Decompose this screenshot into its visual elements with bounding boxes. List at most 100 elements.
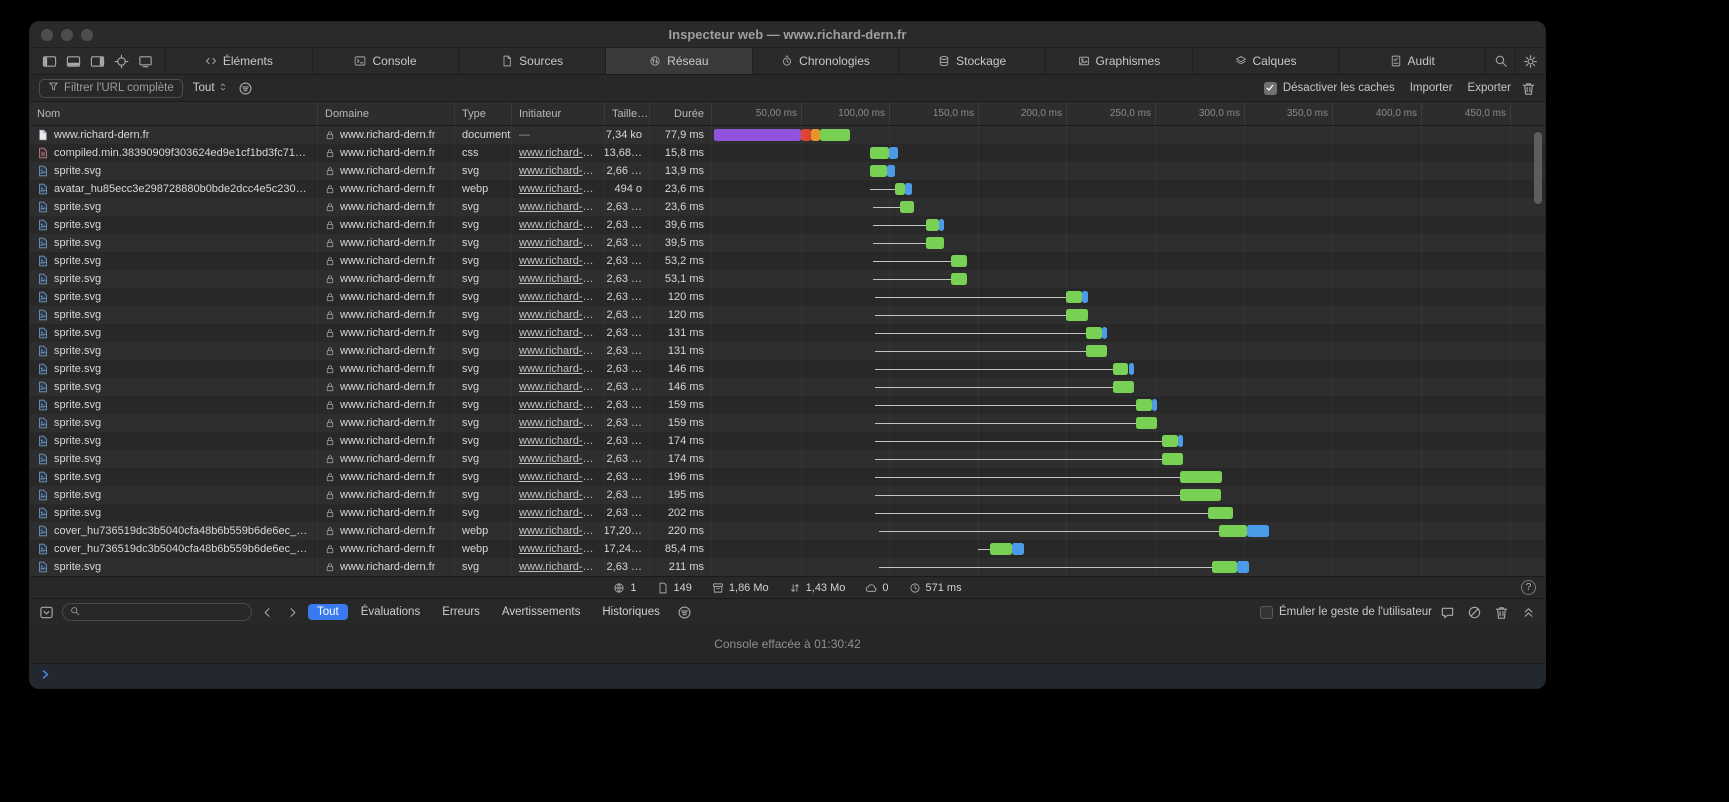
dock-bottom-icon[interactable] (66, 54, 81, 69)
checkbox-checked[interactable] (1264, 82, 1277, 95)
network-request-row[interactable]: sprite.svgwww.richard-dern.frsvgwww.rich… (30, 432, 1545, 450)
network-request-row[interactable]: sprite.svgwww.richard-dern.frsvgwww.rich… (30, 468, 1545, 486)
console-tab-tout[interactable]: Tout (308, 604, 348, 620)
column-header[interactable]: Domaine (318, 102, 455, 125)
column-header[interactable]: Type (455, 102, 512, 125)
zoom-window-button[interactable] (81, 29, 93, 41)
network-request-row[interactable]: sprite.svgwww.richard-dern.frsvgwww.rich… (30, 486, 1545, 504)
resource-initiator[interactable]: www.richard-d… (519, 183, 597, 195)
column-header[interactable]: Taille… (605, 102, 650, 125)
console-filter-options-button[interactable] (677, 605, 692, 620)
column-header[interactable]: Durée (650, 102, 712, 125)
dock-left-icon[interactable] (42, 54, 57, 69)
settings-button[interactable] (1515, 48, 1545, 74)
network-request-row[interactable]: sprite.svgwww.richard-dern.frsvgwww.rich… (30, 162, 1545, 180)
network-request-row[interactable]: compiled.min.38390909f303624ed9e1cf1bd3f… (30, 144, 1545, 162)
tab-sources[interactable]: Sources (458, 48, 605, 74)
disable-caches-checkbox[interactable]: Désactiver les caches (1264, 82, 1395, 95)
console-scope-button[interactable] (39, 605, 54, 620)
close-window-button[interactable] (41, 29, 53, 41)
network-request-row[interactable]: sprite.svgwww.richard-dern.frsvgwww.rich… (30, 342, 1545, 360)
tab-storage[interactable]: Stockage (898, 48, 1045, 74)
resource-initiator[interactable]: www.richard-d… (519, 345, 597, 357)
tab-layers[interactable]: Calques (1192, 48, 1339, 74)
checkbox-unchecked[interactable] (1260, 606, 1273, 619)
network-request-row[interactable]: sprite.svgwww.richard-dern.frsvgwww.rich… (30, 504, 1545, 522)
network-request-row[interactable]: sprite.svgwww.richard-dern.frsvgwww.rich… (30, 198, 1545, 216)
trash-button[interactable] (1494, 605, 1509, 620)
resource-initiator[interactable]: www.richard-d… (519, 219, 597, 231)
resource-initiator[interactable]: www.richard-d… (519, 525, 597, 537)
next-result-button[interactable] (285, 605, 300, 620)
network-request-row[interactable]: sprite.svgwww.richard-dern.frsvgwww.rich… (30, 270, 1545, 288)
resource-initiator[interactable]: www.richard-d… (519, 273, 597, 285)
network-request-row[interactable]: sprite.svgwww.richard-dern.frsvgwww.rich… (30, 324, 1545, 342)
tab-audit[interactable]: Audit (1338, 48, 1485, 74)
resource-initiator[interactable]: www.richard-d… (519, 453, 597, 465)
device-icon[interactable] (138, 54, 153, 69)
expand-console-button[interactable] (1521, 605, 1536, 620)
emulate-user-gesture-checkbox[interactable]: Émuler le geste de l'utilisateur (1260, 606, 1432, 619)
network-request-row[interactable]: cover_hu736519dc3b5040cfa48b6b559b6de6ec… (30, 522, 1545, 540)
tab-timelines[interactable]: Chronologies (752, 48, 899, 74)
network-request-row[interactable]: www.richard-dern.frwww.richard-dern.frdo… (30, 126, 1545, 144)
network-request-row[interactable]: avatar_hu85ecc3e298728880b0bde2dcc4e5c23… (30, 180, 1545, 198)
console-tab-avertissements[interactable]: Avertissements (493, 604, 589, 620)
resource-initiator[interactable]: www.richard-d… (519, 309, 597, 321)
previous-result-button[interactable] (260, 605, 275, 620)
resource-initiator[interactable]: www.richard-d… (519, 417, 597, 429)
help-button[interactable]: ? (1521, 580, 1536, 595)
resource-initiator[interactable]: www.richard-d… (519, 363, 597, 375)
resource-initiator[interactable]: www.richard-d… (519, 435, 597, 447)
dock-right-icon[interactable] (90, 54, 105, 69)
export-button[interactable]: Exporter (1463, 82, 1511, 94)
network-request-row[interactable]: sprite.svgwww.richard-dern.frsvgwww.rich… (30, 450, 1545, 468)
resource-initiator[interactable]: www.richard-d… (519, 507, 597, 519)
resource-initiator[interactable]: www.richard-d… (519, 543, 597, 555)
resource-initiator[interactable]: www.richard-d… (519, 201, 597, 213)
clear-console-button[interactable] (1467, 605, 1482, 620)
url-filter-input[interactable]: Filtrer l'URL complète (39, 79, 183, 98)
network-request-row[interactable]: sprite.svgwww.richard-dern.frsvgwww.rich… (30, 414, 1545, 432)
tab-graphics[interactable]: Graphismes (1045, 48, 1192, 74)
network-request-row[interactable]: sprite.svgwww.richard-dern.frsvgwww.rich… (30, 360, 1545, 378)
network-request-row[interactable]: cover_hu736519dc3b5040cfa48b6b559b6de6ec… (30, 540, 1545, 558)
network-request-row[interactable]: sprite.svgwww.richard-dern.frsvgwww.rich… (30, 216, 1545, 234)
vertical-scrollbar[interactable] (1534, 132, 1542, 204)
resource-initiator[interactable]: www.richard-d… (519, 399, 597, 411)
console-tab-historiques[interactable]: Historiques (593, 604, 669, 620)
search-button[interactable] (1485, 48, 1515, 74)
network-request-row[interactable]: sprite.svgwww.richard-dern.frsvgwww.rich… (30, 306, 1545, 324)
console-search-input[interactable] (62, 603, 252, 621)
resource-initiator[interactable]: www.richard-d… (519, 471, 597, 483)
minimize-window-button[interactable] (61, 29, 73, 41)
import-button[interactable]: Importer (1405, 82, 1453, 94)
tab-elements[interactable]: Éléments (165, 48, 312, 74)
resource-initiator[interactable]: www.richard-d… (519, 561, 597, 573)
console-tab-erreurs[interactable]: Erreurs (433, 604, 489, 620)
messages-icon[interactable] (1440, 605, 1455, 620)
element-picker-icon[interactable] (114, 54, 129, 69)
column-header[interactable]: Initiateur (512, 102, 605, 125)
console-tab-évaluations[interactable]: Évaluations (352, 604, 429, 620)
network-request-row[interactable]: sprite.svgwww.richard-dern.frsvgwww.rich… (30, 378, 1545, 396)
resource-initiator[interactable]: www.richard-d… (519, 381, 597, 393)
console-prompt[interactable] (30, 663, 1545, 688)
resource-initiator[interactable]: www.richard-d… (519, 291, 597, 303)
resource-initiator[interactable]: www.richard-d… (519, 165, 597, 177)
network-request-row[interactable]: sprite.svgwww.richard-dern.frsvgwww.rich… (30, 558, 1545, 576)
resource-type-select[interactable]: Tout (193, 82, 228, 95)
resource-initiator[interactable]: www.richard-d… (519, 255, 597, 267)
tab-network[interactable]: Réseau (605, 48, 752, 74)
resource-initiator[interactable]: www.richard-d… (519, 237, 597, 249)
resource-initiator[interactable]: www.richard-d… (519, 489, 597, 501)
network-request-row[interactable]: sprite.svgwww.richard-dern.frsvgwww.rich… (30, 234, 1545, 252)
filter-options-button[interactable] (238, 81, 253, 96)
tab-console[interactable]: Console (312, 48, 459, 74)
clear-network-items-button[interactable] (1521, 81, 1536, 96)
network-request-row[interactable]: sprite.svgwww.richard-dern.frsvgwww.rich… (30, 252, 1545, 270)
resource-initiator[interactable]: www.richard-d… (519, 327, 597, 339)
column-header[interactable]: Nom (30, 102, 318, 125)
resource-initiator[interactable]: www.richard-d… (519, 147, 597, 159)
network-request-row[interactable]: sprite.svgwww.richard-dern.frsvgwww.rich… (30, 288, 1545, 306)
